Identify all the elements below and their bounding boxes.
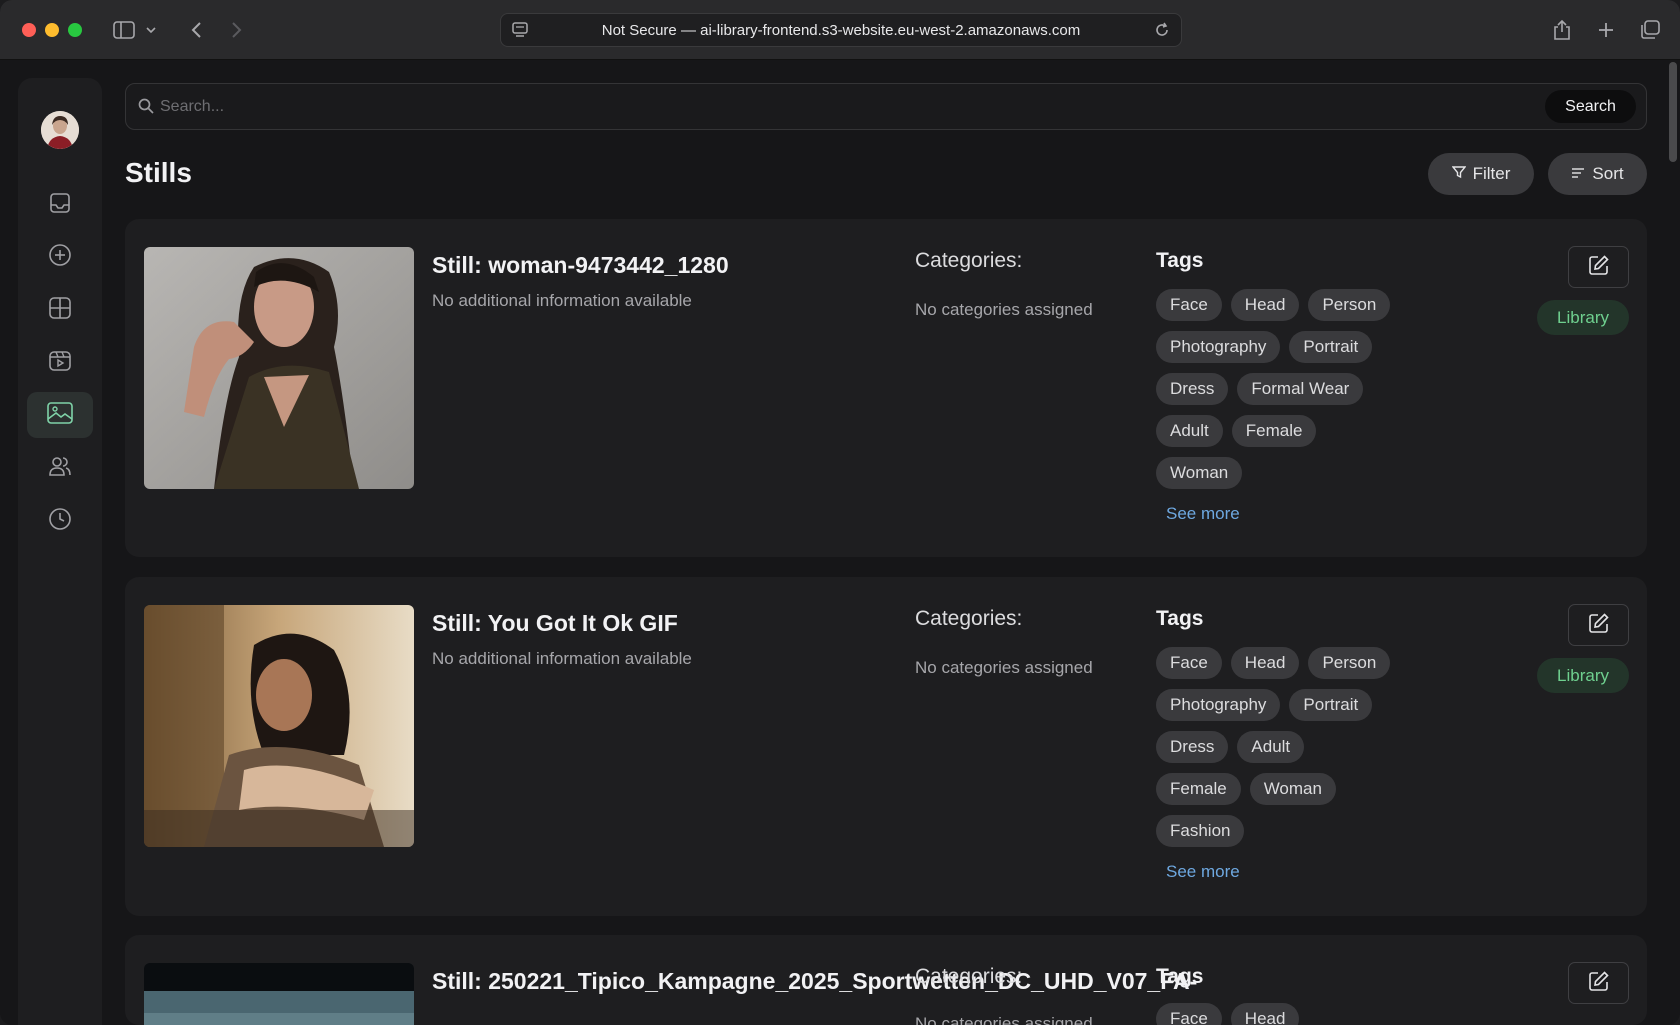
tag[interactable]: Adult <box>1237 731 1305 763</box>
video-icon <box>48 349 72 378</box>
still-thumbnail[interactable] <box>144 963 414 1025</box>
search-input[interactable] <box>160 92 1460 122</box>
sidebar-item-videos[interactable] <box>27 340 93 386</box>
still-card[interactable]: Still: You Got It Ok GIF No additional i… <box>125 577 1647 916</box>
url-text: Not Secure — ai-library-frontend.s3-webs… <box>601 21 1081 39</box>
tag[interactable]: Head <box>1230 1003 1300 1025</box>
tag[interactable]: Portrait <box>1289 689 1373 721</box>
still-thumbnail[interactable] <box>144 247 414 489</box>
categories-label: Categories: <box>915 607 1023 630</box>
filter-button[interactable]: Filter <box>1428 153 1534 195</box>
still-title: Still: 250221_Tipico_Kampagne_2025_Sport… <box>432 968 1198 994</box>
tags-label: Tags <box>1156 965 1204 988</box>
chevron-down-icon[interactable] <box>143 16 159 44</box>
tag[interactable]: Adult <box>1156 415 1223 447</box>
tag[interactable]: Person <box>1308 289 1391 321</box>
tag[interactable]: Portrait <box>1289 331 1373 363</box>
see-more-link[interactable]: See more <box>1166 504 1240 524</box>
library-badge: Library <box>1537 658 1629 693</box>
tag[interactable]: Female <box>1156 773 1241 805</box>
add-circle-icon <box>48 243 72 272</box>
zoom-window-button[interactable] <box>68 23 82 37</box>
categories-label: Categories: <box>915 965 1023 988</box>
tag-list: Face Head Person Photography Portrait Dr… <box>1156 289 1396 489</box>
sidebar-item-stills[interactable] <box>27 392 93 438</box>
still-title: Still: You Got It Ok GIF <box>432 610 678 636</box>
categories-value: No categories assigned <box>915 658 1093 677</box>
grid-icon <box>48 296 72 325</box>
search-button[interactable]: Search <box>1545 90 1636 123</box>
sidebar-item-collections[interactable] <box>27 287 93 333</box>
tags-label: Tags <box>1156 249 1204 272</box>
sort-button[interactable]: Sort <box>1548 153 1647 195</box>
app-sidebar <box>18 78 102 1025</box>
tag[interactable]: Dress <box>1156 731 1229 763</box>
minimize-window-button[interactable] <box>45 23 59 37</box>
page-menu-icon[interactable] <box>511 21 529 43</box>
edit-icon <box>1588 612 1610 639</box>
users-icon <box>48 454 72 483</box>
clock-icon <box>48 507 72 536</box>
tag[interactable]: Person <box>1308 647 1391 679</box>
still-info: No additional information available <box>432 291 692 310</box>
inbox-icon <box>49 192 71 219</box>
tab-overview-icon[interactable] <box>1636 16 1664 44</box>
tag-list: Face Head Person Photography Portrait Dr… <box>1156 647 1396 847</box>
tag[interactable]: Photography <box>1156 331 1281 363</box>
avatar[interactable] <box>41 111 79 149</box>
sidebar-item-create[interactable] <box>27 234 93 280</box>
tag[interactable]: Dress <box>1156 373 1229 405</box>
still-info: No additional information available <box>432 649 692 668</box>
sort-icon <box>1571 164 1585 184</box>
share-icon[interactable] <box>1548 16 1576 44</box>
edit-icon <box>1588 254 1610 281</box>
address-bar[interactable]: Not Secure — ai-library-frontend.s3-webs… <box>500 13 1182 47</box>
see-more-link[interactable]: See more <box>1166 862 1240 882</box>
tag[interactable]: Female <box>1231 415 1317 447</box>
tag-list: Face Head <box>1156 1003 1396 1025</box>
tag[interactable]: Head <box>1230 647 1300 679</box>
browser-window: Not Secure — ai-library-frontend.s3-webs… <box>0 0 1680 1025</box>
close-window-button[interactable] <box>22 23 36 37</box>
still-title: Still: woman-9473442_1280 <box>432 252 729 278</box>
library-badge: Library <box>1537 300 1629 335</box>
image-icon <box>47 401 73 429</box>
categories-value: No categories assigned <box>915 300 1093 319</box>
edit-button[interactable] <box>1568 962 1629 1004</box>
still-card[interactable]: Still: woman-9473442_1280 No additional … <box>125 219 1647 557</box>
still-card[interactable]: Still: 250221_Tipico_Kampagne_2025_Sport… <box>125 935 1647 1025</box>
search-bar: Search <box>125 83 1647 130</box>
tag[interactable]: Formal Wear <box>1237 373 1364 405</box>
page-title: Stills <box>125 157 192 188</box>
tag[interactable]: Face <box>1156 647 1222 679</box>
forward-icon[interactable] <box>223 16 251 44</box>
edit-icon <box>1588 970 1610 997</box>
browser-toolbar: Not Secure — ai-library-frontend.s3-webs… <box>0 0 1680 60</box>
tag[interactable]: Face <box>1156 289 1222 321</box>
tag[interactable]: Woman <box>1156 457 1243 489</box>
edit-button[interactable] <box>1568 604 1629 646</box>
tag[interactable]: Photography <box>1156 689 1281 721</box>
search-icon <box>138 98 154 119</box>
categories-value: No categories assigned <box>915 1014 1093 1025</box>
reload-icon[interactable] <box>1153 21 1171 43</box>
tag[interactable]: Face <box>1156 1003 1222 1025</box>
tag[interactable]: Head <box>1230 289 1300 321</box>
new-tab-icon[interactable] <box>1592 16 1620 44</box>
tags-label: Tags <box>1156 607 1204 630</box>
sort-label: Sort <box>1592 164 1624 183</box>
filter-label: Filter <box>1472 164 1511 183</box>
tag[interactable]: Woman <box>1249 773 1336 805</box>
sidebar-toggle-icon[interactable] <box>110 16 138 44</box>
back-icon[interactable] <box>182 16 210 44</box>
page-scrollbar[interactable] <box>1669 62 1677 162</box>
categories-label: Categories: <box>915 249 1023 272</box>
sidebar-item-inbox[interactable] <box>27 182 93 228</box>
sidebar-item-users[interactable] <box>27 445 93 491</box>
still-thumbnail[interactable] <box>144 605 414 847</box>
filter-icon <box>1451 164 1467 184</box>
edit-button[interactable] <box>1568 246 1629 288</box>
sidebar-item-history[interactable] <box>27 498 93 544</box>
tag[interactable]: Fashion <box>1156 815 1245 847</box>
